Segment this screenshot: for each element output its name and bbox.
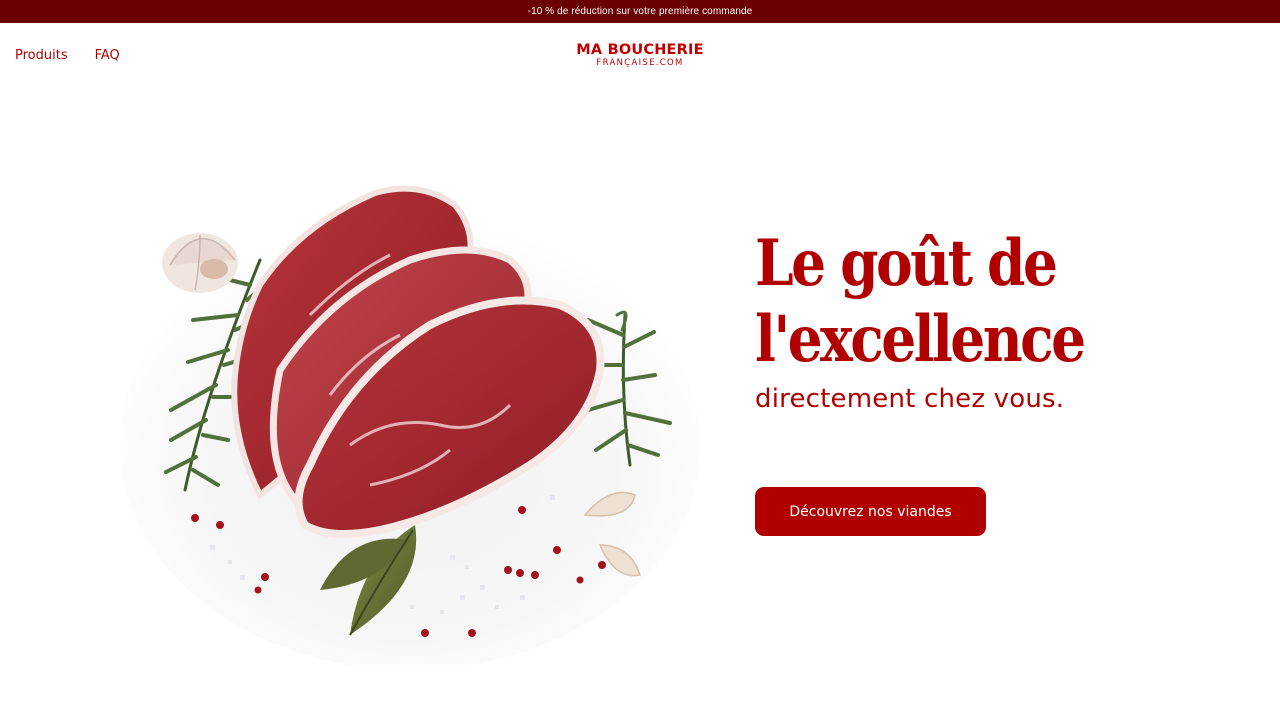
garlic-bulb-icon [162,233,238,293]
site-header: Produits FAQ MA BOUCHERIE FRANÇAISE.COM [0,23,1280,89]
hero-headline-line1: Le goût de [755,226,1058,301]
promo-banner: -10 % de réduction sur votre première co… [0,0,1280,23]
nav-link-produits[interactable]: Produits [15,48,68,63]
hero-text-block: Le goût de l'excellence directement chez… [755,226,1255,414]
promo-text: -10 % de réduction sur votre première co… [527,6,753,17]
hero-image [110,165,710,665]
discover-meats-button[interactable]: Découvrez nos viandes [755,487,986,536]
meat-illustration [120,185,700,665]
site-logo[interactable]: MA BOUCHERIE FRANÇAISE.COM [540,42,740,69]
hero-headline: Le goût de l'excellence [755,226,1185,378]
hero-subline: directement chez vous. [755,384,1065,414]
logo-main-text: MA BOUCHERIE [576,42,704,58]
logo-sub-text: FRANÇAISE.COM [596,58,684,68]
hero-headline-line2: l'excellence [755,302,1086,377]
main-nav: Produits FAQ [15,48,120,63]
nav-link-faq[interactable]: FAQ [95,48,120,63]
